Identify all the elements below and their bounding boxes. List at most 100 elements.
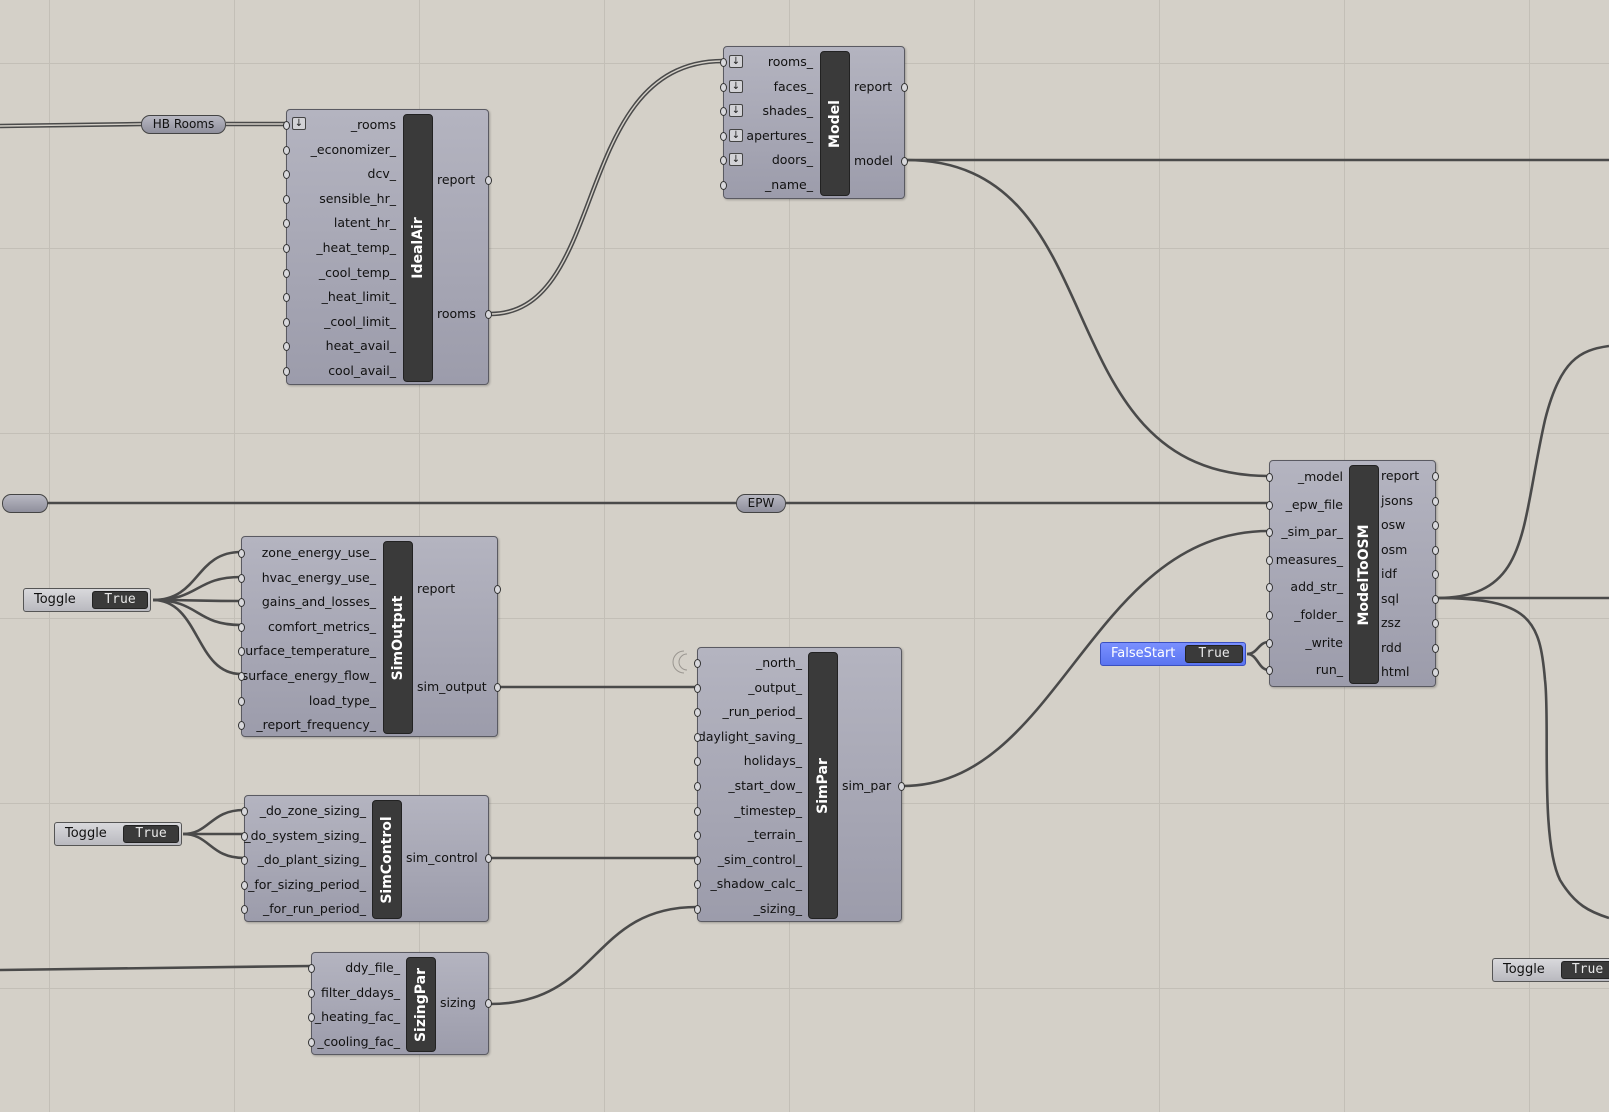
- simpar-input-port-8[interactable]: [694, 855, 701, 865]
- modeltoosm-nickname[interactable]: ModelToOSM: [1349, 465, 1379, 684]
- simoutput-input-port-5[interactable]: [238, 672, 245, 681]
- toggle-label: FalseStart: [1111, 646, 1176, 661]
- simpar-output-sim-par-port[interactable]: [898, 782, 905, 791]
- simpar-input-port-5[interactable]: [694, 782, 701, 791]
- modeltoosm-output-port-1[interactable]: [1432, 496, 1439, 506]
- simcontrol-input-port-0[interactable]: [241, 807, 248, 816]
- simcontrol-input-port-4[interactable]: [241, 905, 248, 915]
- modeltoosm-input-7: run_: [1315, 662, 1343, 678]
- simoutput-input-port-0[interactable]: [238, 549, 245, 558]
- simcontrol-input-port-2[interactable]: [241, 856, 248, 866]
- right-toggle[interactable]: Toggle True: [1492, 958, 1609, 982]
- simpar-input-port-2[interactable]: [694, 708, 701, 718]
- simcontrol-nickname[interactable]: SimControl: [372, 800, 402, 919]
- modeltoosm-input-port-2[interactable]: [1266, 528, 1273, 538]
- simcontrol-output-sim-control-port[interactable]: [485, 854, 492, 863]
- modeltoosm-output-port-5[interactable]: [1432, 594, 1439, 604]
- simpar-input-port-1[interactable]: [694, 683, 701, 693]
- idealair-input-port-5[interactable]: [283, 244, 290, 253]
- simpar-input-port-0[interactable]: [694, 659, 701, 668]
- model-input-port-2[interactable]: [720, 107, 727, 117]
- modeltoosm-input-port-4[interactable]: [1266, 583, 1273, 593]
- idealair-input-port-7[interactable]: [283, 293, 290, 303]
- model-input-port-3[interactable]: [720, 131, 727, 141]
- sizingpar-input-port-1[interactable]: [308, 988, 315, 998]
- simoutput-input-port-1[interactable]: [238, 573, 245, 583]
- modeltoosm-component[interactable]: ModelToOSM _model _epw_file _sim_par_ measu…: [1266, 460, 1439, 687]
- simoutput-input-port-2[interactable]: [238, 598, 245, 608]
- modeltoosm-input-port-3[interactable]: [1266, 555, 1273, 565]
- simcontrol-component[interactable]: SimControl sim_control _do_zone_sizing_ _…: [241, 795, 492, 922]
- idealair-input-port-3[interactable]: [283, 194, 290, 204]
- modeltoosm-output-port-2[interactable]: [1432, 521, 1439, 530]
- idealair-output-rooms-port[interactable]: [485, 310, 492, 319]
- wire-sizingpar-to-simpar: [489, 905, 698, 1006]
- sizingpar-output-sizing-port[interactable]: [485, 999, 492, 1008]
- simpar-input-port-10[interactable]: [694, 905, 701, 914]
- simoutput-toggle[interactable]: Toggle True: [23, 588, 151, 612]
- model-component[interactable]: Model report model rooms_ ↓ faces_ ↓ shades_…: [720, 46, 908, 199]
- sizingpar-component[interactable]: SizingPar sizing ddy_file_ filter_ddays_ _…: [308, 952, 492, 1055]
- simoutput-component[interactable]: SimOutput report sim_output zone_energy_…: [238, 536, 501, 737]
- simcontrol-toggle[interactable]: Toggle True: [54, 822, 182, 846]
- relay-epw-source[interactable]: [2, 494, 48, 513]
- sizingpar-input-port-3[interactable]: [308, 1037, 315, 1047]
- modeltoosm-output-port-4[interactable]: [1432, 570, 1439, 579]
- simpar-input-port-6[interactable]: [694, 806, 701, 816]
- model-output-report-port[interactable]: [901, 83, 908, 92]
- idealair-output-rooms: rooms: [437, 306, 476, 321]
- falsestart-toggle[interactable]: FalseStart True: [1100, 642, 1246, 666]
- idealair-input-port-10[interactable]: [283, 367, 290, 376]
- simcontrol-input-port-1[interactable]: [241, 831, 248, 841]
- simoutput-output-sim-output-port[interactable]: [494, 683, 501, 692]
- simoutput-input-port-3[interactable]: [238, 622, 245, 632]
- modeltoosm-output-port-3[interactable]: [1432, 545, 1439, 555]
- idealair-input-port-9[interactable]: [283, 342, 290, 352]
- modeltoosm-output-port-7[interactable]: [1432, 643, 1439, 653]
- model-input-5: _name_: [765, 177, 813, 192]
- modeltoosm-input-port-1[interactable]: [1266, 500, 1273, 510]
- model-input-port-5[interactable]: [720, 181, 727, 190]
- sizingpar-input-port-0[interactable]: [308, 964, 315, 973]
- idealair-output-report-port[interactable]: [485, 176, 492, 185]
- idealair-input-port-0[interactable]: [283, 121, 290, 130]
- toggle-value[interactable]: True: [92, 591, 148, 609]
- idealair-input-port-8[interactable]: [283, 317, 290, 327]
- idealair-nickname[interactable]: IdealAir: [403, 114, 433, 382]
- simoutput-input-port-7[interactable]: [238, 721, 245, 731]
- idealair-component[interactable]: ↓ IdealAir report rooms _rooms _economize…: [283, 109, 492, 385]
- model-input-port-4[interactable]: [720, 156, 727, 166]
- idealair-input-port-1[interactable]: [283, 145, 290, 155]
- sizingpar-input-2: _heating_fac_: [314, 1009, 400, 1025]
- idealair-input-port-4[interactable]: [283, 219, 290, 229]
- model-nickname[interactable]: Model: [820, 51, 850, 196]
- simcontrol-input-port-3[interactable]: [241, 880, 248, 890]
- modeltoosm-input-port-5[interactable]: [1266, 611, 1273, 620]
- modeltoosm-output-port-8[interactable]: [1432, 668, 1439, 677]
- simoutput-input-port-6[interactable]: [238, 696, 245, 706]
- model-input-port-0[interactable]: [720, 58, 727, 67]
- simpar-input-port-4[interactable]: [694, 757, 701, 767]
- simpar-input-port-3[interactable]: [694, 732, 701, 742]
- modeltoosm-output-port-6[interactable]: [1432, 619, 1439, 628]
- modeltoosm-input-port-0[interactable]: [1266, 473, 1273, 482]
- modeltoosm-input-port-6[interactable]: [1266, 638, 1273, 648]
- idealair-input-port-2[interactable]: [283, 170, 290, 180]
- simpar-nickname[interactable]: SimPar: [808, 652, 838, 919]
- simpar-input-port-9[interactable]: [694, 880, 701, 890]
- toggle-value[interactable]: True: [123, 825, 179, 843]
- simoutput-output-report-port[interactable]: [494, 585, 501, 594]
- simoutput-nickname[interactable]: SimOutput: [383, 541, 413, 734]
- idealair-input-port-6[interactable]: [283, 268, 290, 278]
- simpar-component[interactable]: SimPar sim_par _north_ _output_ _run_perio…: [694, 647, 905, 922]
- toggle-value[interactable]: True: [1185, 645, 1243, 663]
- relay-hb-rooms[interactable]: HB Rooms: [141, 115, 226, 134]
- simpar-input-port-7[interactable]: [694, 831, 701, 841]
- model-output-model-port[interactable]: [901, 157, 908, 166]
- toggle-value[interactable]: True: [1561, 961, 1609, 979]
- model-input-port-1[interactable]: [720, 82, 727, 92]
- modeltoosm-input-port-7[interactable]: [1266, 666, 1273, 676]
- modeltoosm-output-port-0[interactable]: [1432, 472, 1439, 481]
- relay-epw[interactable]: EPW: [736, 494, 786, 513]
- sizingpar-nickname[interactable]: SizingPar: [406, 957, 436, 1052]
